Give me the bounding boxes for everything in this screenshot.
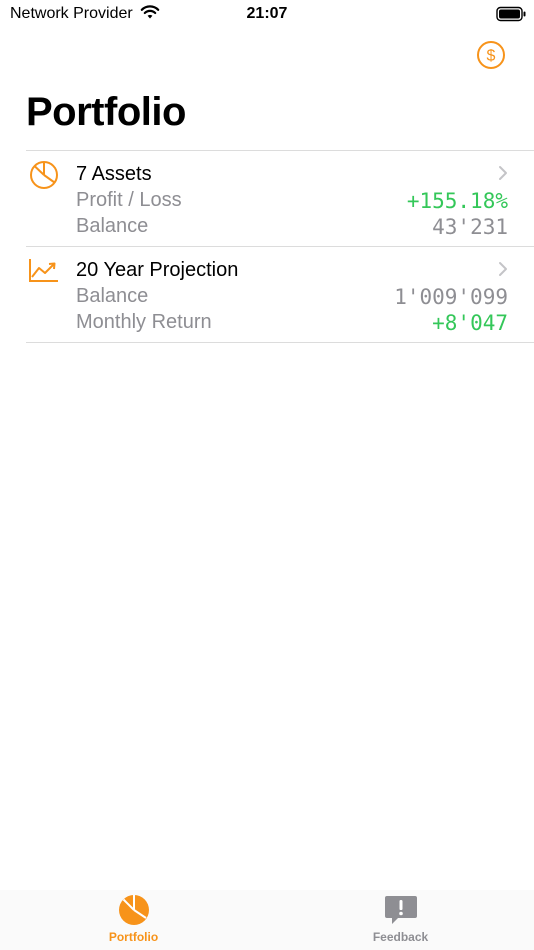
feedback-bubble-icon — [384, 893, 418, 927]
tab-bar: Portfolio Feedback — [0, 890, 534, 950]
tab-portfolio[interactable]: Portfolio — [0, 890, 267, 950]
projection-balance-line: Balance 1'009'099 — [76, 285, 508, 311]
balance-value: 43'231 — [432, 215, 508, 239]
projection-balance-label: Balance — [76, 285, 149, 307]
monthly-return-label: Monthly Return — [76, 311, 212, 333]
trend-up-icon — [28, 255, 60, 287]
status-time: 21:07 — [246, 5, 288, 22]
svg-text:$: $ — [487, 48, 496, 65]
status-bar: Network Provider 21:07 — [0, 0, 534, 30]
tab-feedback-label: Feedback — [372, 930, 429, 944]
page-title: Portfolio — [26, 90, 186, 134]
balance-label: Balance — [76, 215, 149, 237]
chevron-right-icon — [498, 261, 508, 282]
balance-line: Balance 43'231 — [76, 215, 508, 241]
profit-loss-label: Profit / Loss — [76, 189, 182, 211]
portfolio-screen: Network Provider 21:07 $ Portfolio 7 Ass… — [0, 0, 534, 950]
projection-row[interactable]: 20 Year Projection Balance 1'009'099 Mon… — [26, 246, 534, 343]
chevron-right-icon — [498, 165, 508, 186]
profit-loss-line: Profit / Loss +155.18% — [76, 189, 508, 215]
projection-title: 20 Year Projection — [76, 259, 239, 281]
dollar-circle-icon[interactable]: $ — [476, 40, 506, 70]
tab-feedback[interactable]: Feedback — [267, 890, 534, 950]
monthly-return-line: Monthly Return +8'047 — [76, 311, 508, 337]
assets-title: 7 Assets — [76, 163, 152, 185]
monthly-return-value: +8'047 — [432, 311, 508, 335]
tab-portfolio-label: Portfolio — [108, 930, 159, 944]
battery-icon — [496, 6, 526, 27]
assets-row[interactable]: 7 Assets Profit / Loss +155.18% Balance … — [26, 150, 534, 246]
pie-chart-tab-icon — [117, 893, 151, 927]
portfolio-list: 7 Assets Profit / Loss +155.18% Balance … — [26, 150, 534, 343]
profit-loss-value: +155.18% — [406, 189, 508, 213]
projection-balance-value: 1'009'099 — [394, 285, 508, 309]
pie-chart-icon — [28, 159, 60, 191]
